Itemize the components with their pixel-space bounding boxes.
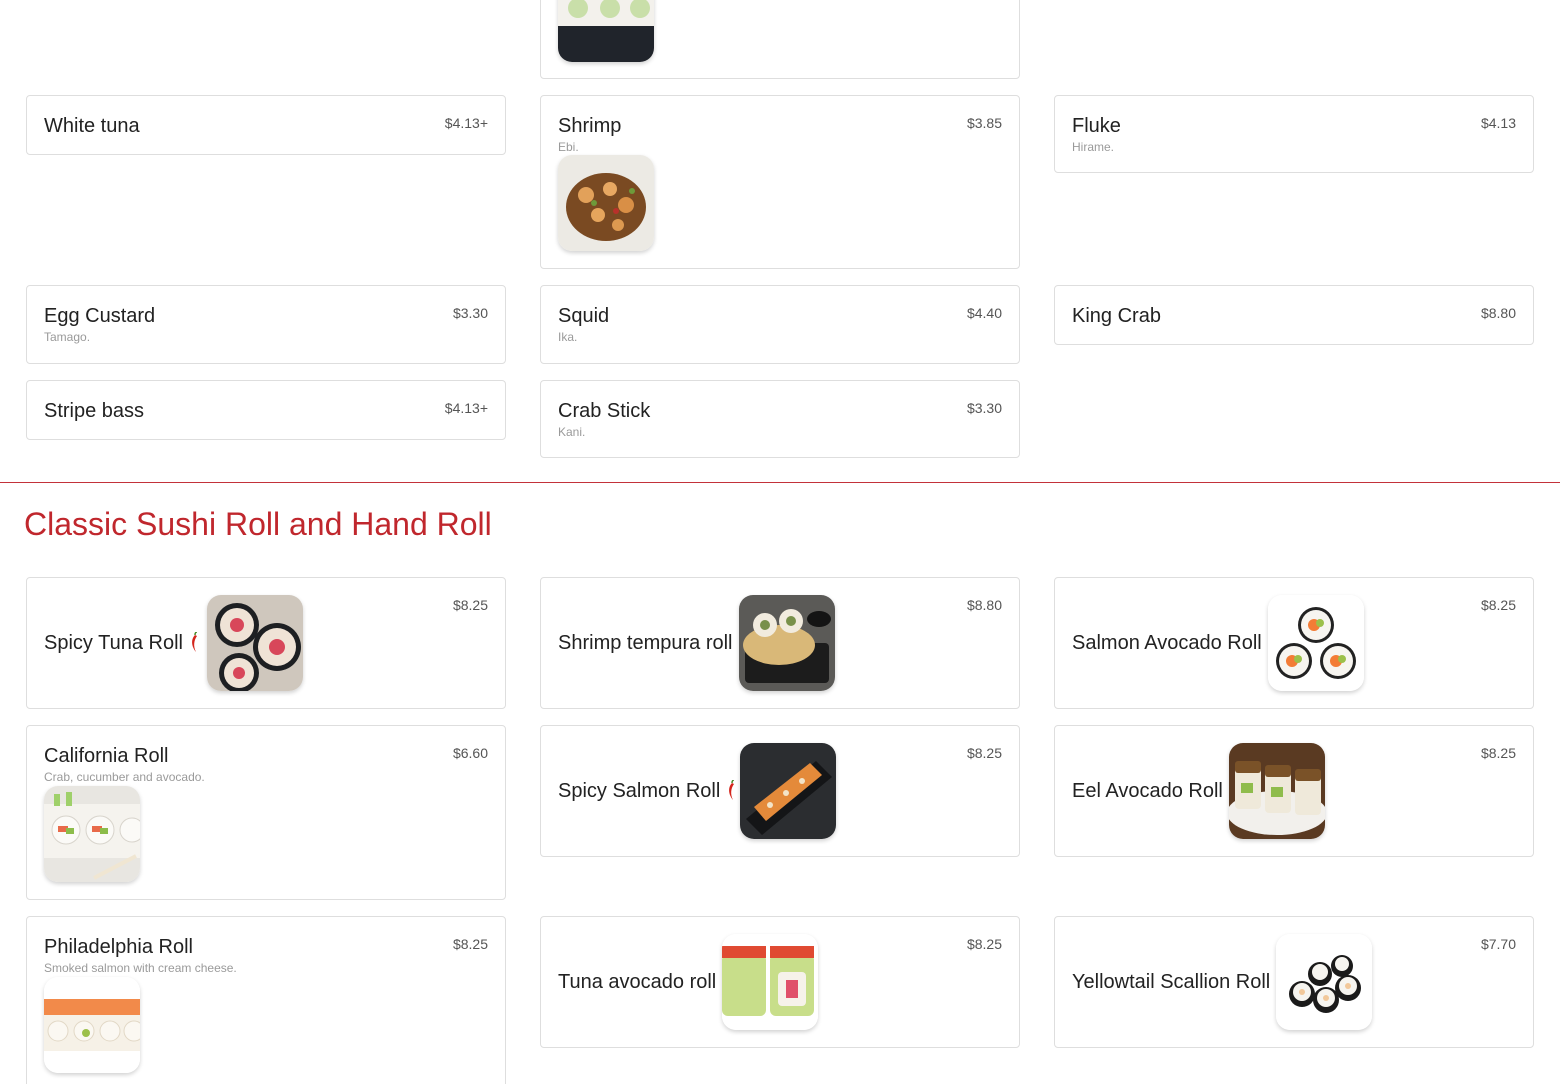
menu-item-card[interactable]: White tuna $4.13+ <box>26 95 506 155</box>
item-price: $3.30 <box>452 305 488 321</box>
salmon-roll-thumbnail <box>558 0 654 62</box>
menu-item-card[interactable]: Fluke Hirame. $4.13 <box>1054 95 1534 173</box>
menu-item-card-partial[interactable] <box>540 0 1020 79</box>
item-price: $4.13+ <box>444 400 488 416</box>
section-divider <box>0 482 1560 483</box>
item-price: $8.80 <box>1480 305 1516 321</box>
item-name: Shrimp <box>558 115 622 137</box>
item-description: Crab, cucumber and avocado. <box>44 770 205 784</box>
item-description: Ebi. <box>558 140 579 154</box>
item-name: Squid <box>558 305 610 327</box>
menu-item-card[interactable]: Philadelphia Roll Smoked salmon with cre… <box>26 916 506 1084</box>
menu-item-card[interactable]: Egg Custard Tamago. $3.30 <box>26 285 506 364</box>
item-name: Spicy Tuna Roll <box>44 631 183 654</box>
menu-item-card[interactable]: California Roll Crab, cucumber and avoca… <box>26 725 506 900</box>
eel-avocado-roll-thumbnail <box>1228 743 1325 839</box>
item-price: $4.13 <box>1480 115 1516 131</box>
menu-item-card[interactable]: $8.25 Tuna avocado roll <box>540 916 1020 1048</box>
item-price: $8.25 <box>966 745 1002 761</box>
item-name: King Crab <box>1072 305 1161 327</box>
california-roll-thumbnail <box>44 786 140 882</box>
item-name: California Roll <box>44 745 169 767</box>
item-name: Spicy Salmon Roll <box>558 779 721 802</box>
shrimp-dish-thumbnail <box>558 155 654 251</box>
tuna-avocado-roll-thumbnail <box>722 934 819 1030</box>
item-price: $4.13+ <box>444 115 488 131</box>
item-description: Tamago. <box>44 330 91 344</box>
chili-pepper-icon <box>191 632 198 653</box>
item-name: Shrimp tempura roll <box>558 631 733 654</box>
item-name: Philadelphia Roll <box>44 936 193 958</box>
item-name: Tuna avocado roll <box>558 970 717 993</box>
item-name: Stripe bass <box>44 400 145 422</box>
salmon-avocado-roll-thumbnail <box>1267 595 1364 691</box>
menu-item-card[interactable]: $7.70 Yellowtail Scallion Roll <box>1054 916 1534 1048</box>
menu-item-card[interactable]: $8.25 Salmon Avocado Roll <box>1054 577 1534 709</box>
item-description: Hirame. <box>1072 140 1115 154</box>
item-name: Eel Avocado Roll <box>1072 779 1223 802</box>
item-name: Fluke <box>1072 115 1121 137</box>
item-price: $8.25 <box>1480 745 1516 761</box>
item-name: White tuna <box>44 115 140 137</box>
item-name: Yellowtail Scallion Roll <box>1072 970 1271 993</box>
item-name: Crab Stick <box>558 400 651 422</box>
shrimp-tempura-roll-thumbnail <box>738 595 835 691</box>
philadelphia-roll-thumbnail <box>44 977 140 1073</box>
spicy-tuna-roll-thumbnail <box>206 595 303 691</box>
menu-item-card[interactable]: $8.25 Eel Avocado Roll <box>1054 725 1534 857</box>
item-name: Egg Custard <box>44 305 156 327</box>
yellowtail-scallion-roll-thumbnail <box>1276 934 1373 1030</box>
item-price: $8.25 <box>452 597 488 613</box>
menu-item-card[interactable]: $8.25 Spicy Salmon Roll <box>540 725 1020 857</box>
menu-item-card[interactable]: Stripe bass $4.13+ <box>26 380 506 440</box>
item-price: $7.70 <box>1480 936 1516 952</box>
menu-item-card[interactable]: Squid Ika. $4.40 <box>540 285 1020 364</box>
item-price: $8.25 <box>452 936 488 952</box>
item-price: $3.30 <box>966 400 1002 416</box>
item-price: $3.85 <box>966 115 1002 131</box>
menu-item-card[interactable]: Crab Stick Kani. $3.30 <box>540 380 1020 458</box>
item-name: Salmon Avocado Roll <box>1072 631 1262 654</box>
item-price: $8.80 <box>966 597 1002 613</box>
item-price: $6.60 <box>452 745 488 761</box>
section-title: Classic Sushi Roll and Hand Roll <box>24 506 492 542</box>
item-price: $8.25 <box>966 936 1002 952</box>
item-price: $8.25 <box>1480 597 1516 613</box>
item-price: $4.40 <box>966 305 1002 321</box>
menu-item-card[interactable]: $8.25 Spicy Tuna Roll <box>26 577 506 709</box>
spicy-salmon-roll-thumbnail <box>740 743 837 839</box>
menu-item-card[interactable]: $8.80 Shrimp tempura roll <box>540 577 1020 709</box>
item-description: Ika. <box>558 330 578 344</box>
item-description: Smoked salmon with cream cheese. <box>44 961 237 975</box>
item-description: Kani. <box>558 425 586 439</box>
menu-item-card[interactable]: King Crab $8.80 <box>1054 285 1534 345</box>
chili-pepper-icon <box>728 780 736 801</box>
menu-item-card[interactable]: Shrimp Ebi. $3.85 <box>540 95 1020 269</box>
